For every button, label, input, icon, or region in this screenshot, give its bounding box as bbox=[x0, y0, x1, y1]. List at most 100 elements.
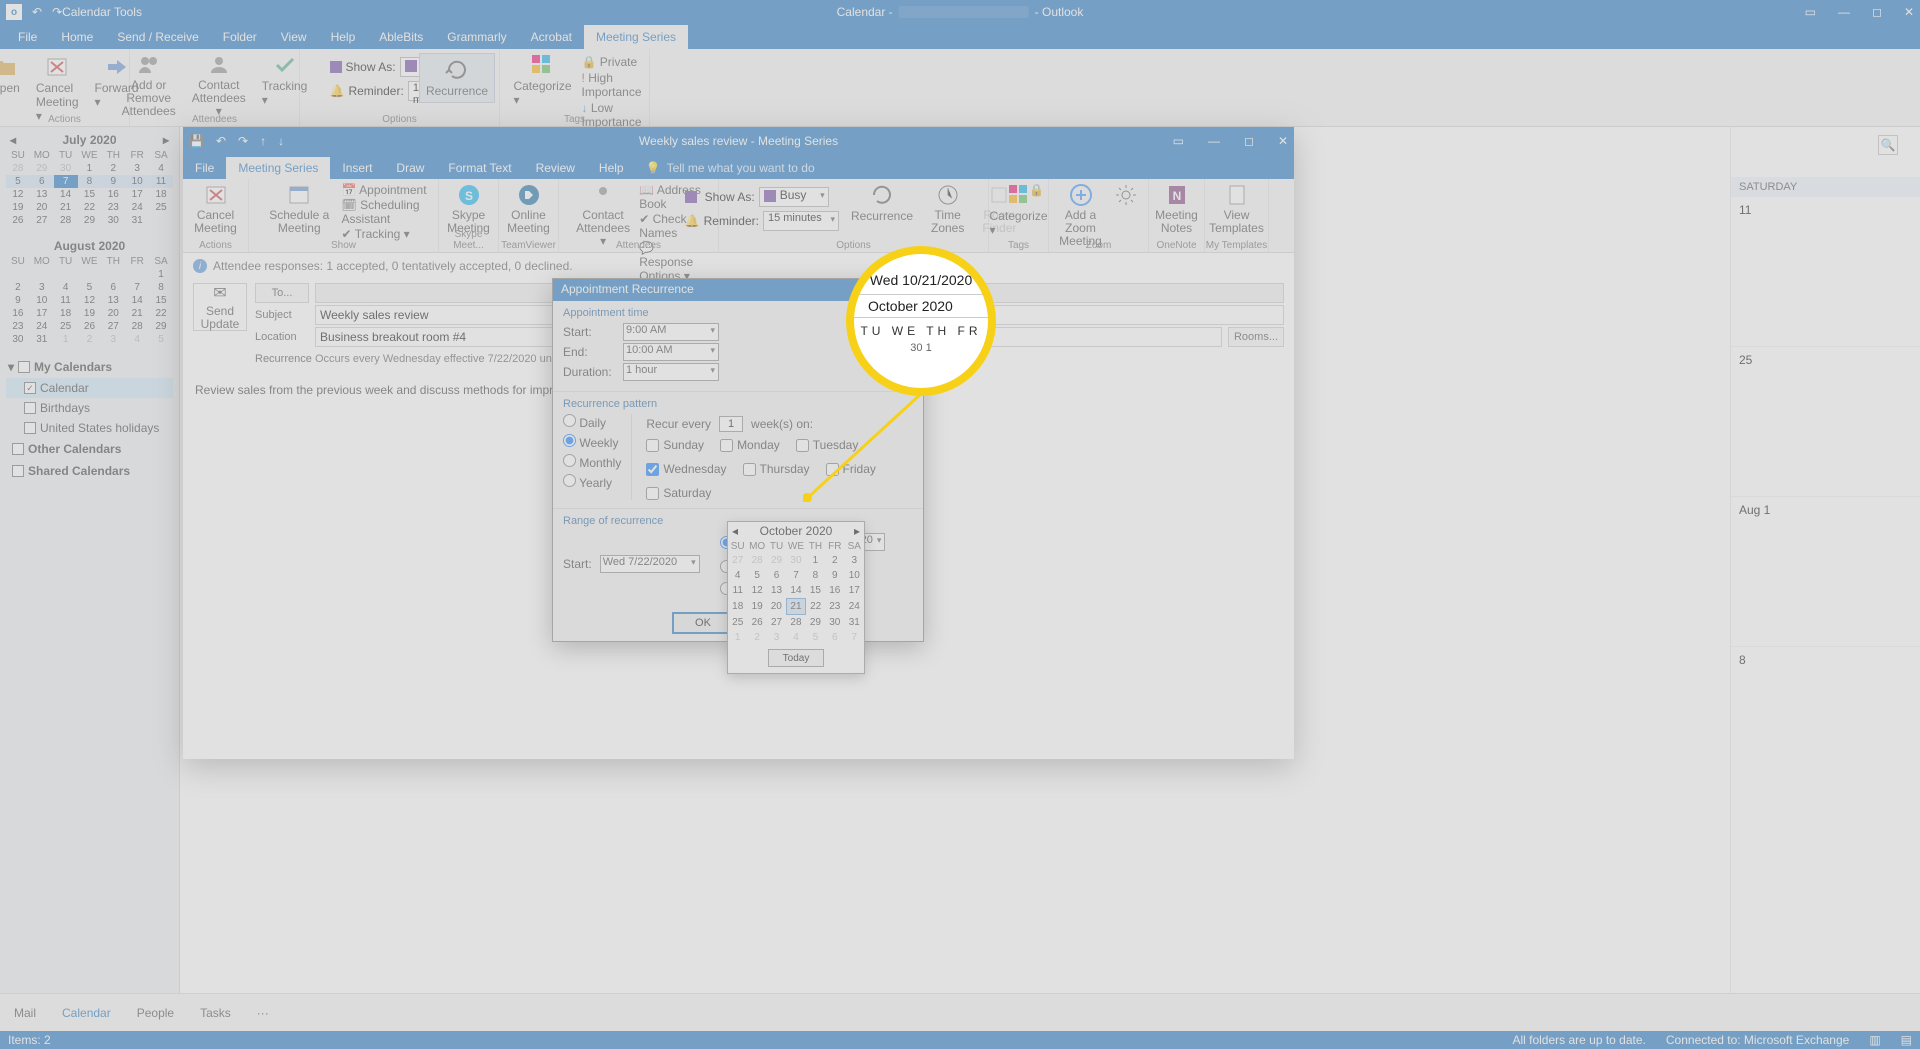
mtab-file[interactable]: File bbox=[183, 157, 226, 179]
day-checkbox-saturday[interactable]: Saturday bbox=[646, 486, 711, 500]
calendar-list-item[interactable]: ✓Calendar bbox=[6, 378, 173, 398]
day-cell[interactable]: Aug 1 bbox=[1731, 497, 1920, 647]
mini-cal-day[interactable]: 28 bbox=[6, 162, 30, 175]
minimize-icon[interactable]: — bbox=[1838, 5, 1850, 19]
nav-people[interactable]: People bbox=[137, 1006, 174, 1020]
date-picker-day[interactable]: 16 bbox=[825, 583, 844, 599]
mini-cal-day[interactable] bbox=[30, 268, 54, 281]
lock-icon[interactable]: 🔒 bbox=[1029, 183, 1044, 197]
mini-cal-day[interactable]: 5 bbox=[6, 175, 30, 188]
mtab-review[interactable]: Review bbox=[524, 157, 587, 179]
mini-cal-day[interactable]: 30 bbox=[101, 214, 125, 227]
mini-cal-day[interactable]: 19 bbox=[6, 201, 30, 214]
mini-cal-day[interactable]: 11 bbox=[54, 294, 78, 307]
date-picker-day[interactable]: 11 bbox=[728, 583, 747, 599]
mini-cal-day[interactable]: 3 bbox=[30, 281, 54, 294]
range-start-select[interactable]: Wed 7/22/2020 bbox=[600, 555, 700, 573]
next-month-icon[interactable]: ▸ bbox=[163, 133, 169, 147]
date-picker-day[interactable]: 1 bbox=[728, 630, 747, 645]
date-picker-day[interactable]: 29 bbox=[806, 615, 825, 631]
reminder-select[interactable]: 15 minutes bbox=[763, 211, 839, 231]
date-picker-day[interactable]: 26 bbox=[747, 615, 766, 631]
mini-cal-day[interactable]: 29 bbox=[78, 214, 102, 227]
mini-cal-day[interactable]: 1 bbox=[149, 268, 173, 281]
mini-cal-day[interactable]: 2 bbox=[78, 333, 102, 346]
mini-cal-day[interactable]: 28 bbox=[54, 214, 78, 227]
view-normal-icon[interactable]: ▥ bbox=[1869, 1033, 1880, 1047]
mini-cal-day[interactable]: 29 bbox=[30, 162, 54, 175]
mini-cal-day[interactable] bbox=[101, 268, 125, 281]
date-picker-day[interactable]: 30 bbox=[825, 615, 844, 631]
tab-file[interactable]: File bbox=[6, 25, 49, 49]
date-picker-day[interactable]: 10 bbox=[845, 568, 864, 583]
mini-cal-day[interactable]: 15 bbox=[149, 294, 173, 307]
meeting-notes-button[interactable]: NMeeting Notes bbox=[1149, 181, 1204, 237]
mini-cal-day[interactable]: 3 bbox=[125, 162, 149, 175]
date-picker-day[interactable]: 13 bbox=[767, 583, 786, 599]
date-picker-day[interactable]: 1 bbox=[806, 553, 825, 568]
mini-cal-day[interactable]: 14 bbox=[125, 294, 149, 307]
mini-cal-day[interactable]: 19 bbox=[78, 307, 102, 320]
tab-ablebits[interactable]: AbleBits bbox=[367, 25, 435, 49]
mini-cal-day[interactable] bbox=[125, 268, 149, 281]
contact-attendees-button[interactable]: Contact Attendees ▾ bbox=[567, 181, 639, 283]
mini-cal-day[interactable]: 23 bbox=[101, 201, 125, 214]
mini-cal-day[interactable]: 1 bbox=[54, 333, 78, 346]
date-picker-day[interactable]: 7 bbox=[845, 630, 864, 645]
mtab-meeting-series[interactable]: Meeting Series bbox=[226, 157, 330, 179]
schedule-meeting-button[interactable]: Schedule a Meeting bbox=[257, 181, 342, 241]
pattern-radio-monthly[interactable]: Monthly bbox=[563, 454, 621, 470]
mini-cal-day[interactable]: 30 bbox=[6, 333, 30, 346]
date-picker-day[interactable]: 3 bbox=[767, 630, 786, 645]
date-picker-day[interactable]: 28 bbox=[747, 553, 766, 568]
date-picker-day[interactable]: 14 bbox=[786, 583, 805, 599]
mini-cal-day[interactable]: 18 bbox=[149, 188, 173, 201]
duration-select[interactable]: 1 hour bbox=[623, 363, 719, 381]
mini-cal-day[interactable]: 2 bbox=[101, 162, 125, 175]
date-picker-day[interactable]: 17 bbox=[845, 583, 864, 599]
mini-cal-day[interactable]: 25 bbox=[149, 201, 173, 214]
tab-home[interactable]: Home bbox=[49, 25, 105, 49]
date-picker-day[interactable]: 5 bbox=[747, 568, 766, 583]
rooms-button[interactable]: Rooms... bbox=[1228, 327, 1284, 347]
mini-cal-day[interactable]: 27 bbox=[101, 320, 125, 333]
mini-cal-day[interactable]: 21 bbox=[54, 201, 78, 214]
nav-mail[interactable]: Mail bbox=[14, 1006, 36, 1020]
mini-cal-day[interactable]: 23 bbox=[6, 320, 30, 333]
date-picker-day[interactable]: 18 bbox=[728, 599, 747, 615]
date-picker-day[interactable]: 6 bbox=[767, 568, 786, 583]
mini-cal-day[interactable]: 24 bbox=[30, 320, 54, 333]
high-importance-toggle[interactable]: ! High Importance bbox=[582, 71, 642, 99]
calendar-group[interactable]: ▾My Calendars bbox=[6, 356, 173, 378]
ribbon-display-icon[interactable]: ▭ bbox=[1173, 134, 1184, 148]
mini-cal-day[interactable]: 2 bbox=[6, 281, 30, 294]
mini-cal-day[interactable]: 13 bbox=[30, 188, 54, 201]
mini-cal-day[interactable]: 15 bbox=[78, 188, 102, 201]
contact-attendees-button[interactable]: Contact Attendees ▾ bbox=[186, 51, 252, 121]
tab-meeting-series[interactable]: Meeting Series bbox=[584, 25, 688, 49]
calendar-list-item[interactable]: Birthdays bbox=[6, 398, 173, 418]
tab-acrobat[interactable]: Acrobat bbox=[519, 25, 584, 49]
mini-cal-day[interactable]: 20 bbox=[101, 307, 125, 320]
redo-icon[interactable]: ↷ bbox=[52, 5, 62, 19]
close-icon[interactable]: ✕ bbox=[1278, 134, 1288, 148]
mini-cal-day[interactable]: 5 bbox=[149, 333, 173, 346]
date-picker-day[interactable]: 12 bbox=[747, 583, 766, 599]
mini-cal-day[interactable]: 13 bbox=[101, 294, 125, 307]
date-picker-day[interactable]: 30 bbox=[786, 553, 805, 568]
mini-cal-day[interactable]: 31 bbox=[125, 214, 149, 227]
mini-cal-day[interactable]: 10 bbox=[30, 294, 54, 307]
mini-cal-day[interactable]: 14 bbox=[54, 188, 78, 201]
prev-month-icon[interactable]: ◂ bbox=[732, 524, 738, 538]
mini-cal-day[interactable]: 3 bbox=[101, 333, 125, 346]
mini-cal-day[interactable]: 12 bbox=[6, 188, 30, 201]
date-picker-day[interactable]: 6 bbox=[825, 630, 844, 645]
mini-cal-day[interactable] bbox=[54, 268, 78, 281]
day-cell[interactable]: 11 bbox=[1731, 197, 1920, 347]
save-icon[interactable]: 💾 bbox=[189, 134, 204, 148]
mini-cal-day[interactable]: 20 bbox=[30, 201, 54, 214]
date-picker-day[interactable]: 5 bbox=[806, 630, 825, 645]
mini-cal-day[interactable]: 9 bbox=[6, 294, 30, 307]
send-update-button[interactable]: ✉Send Update bbox=[193, 283, 247, 331]
mini-cal-day[interactable]: 21 bbox=[125, 307, 149, 320]
